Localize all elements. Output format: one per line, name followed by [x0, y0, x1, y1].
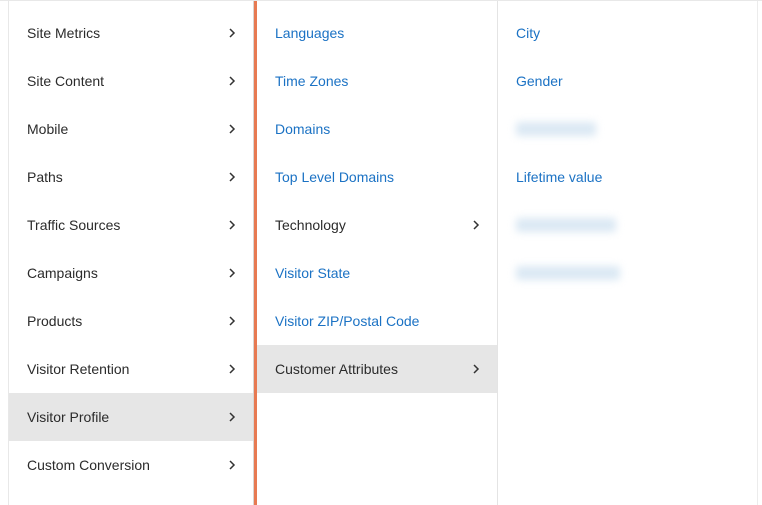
- menu-item-products[interactable]: Products: [9, 297, 253, 345]
- menu-item-redacted-3[interactable]: [498, 249, 757, 297]
- chevron-right-icon: [227, 316, 237, 326]
- menu-item-customer-attributes[interactable]: Customer Attributes: [257, 345, 497, 393]
- menu-item-city[interactable]: City: [498, 9, 757, 57]
- menu-item-label: Paths: [27, 169, 63, 185]
- menu-item-label: Technology: [275, 217, 346, 233]
- menu-item-campaigns[interactable]: Campaigns: [9, 249, 253, 297]
- menu-item-label: Traffic Sources: [27, 217, 120, 233]
- menu-item-label: Visitor Retention: [27, 361, 129, 377]
- menu-item-visitor-retention[interactable]: Visitor Retention: [9, 345, 253, 393]
- menu-item-label: Time Zones: [275, 73, 348, 89]
- menu-item-label: Site Content: [27, 73, 104, 89]
- menu-item-gender[interactable]: Gender: [498, 57, 757, 105]
- menu-item-custom-conversion[interactable]: Custom Conversion: [9, 441, 253, 489]
- menu-item-label: City: [516, 25, 540, 41]
- chevron-right-icon: [471, 364, 481, 374]
- chevron-right-icon: [227, 412, 237, 422]
- menu-item-top-level-domains[interactable]: Top Level Domains: [257, 153, 497, 201]
- menu-item-label: Languages: [275, 25, 344, 41]
- menu-item-label: Mobile: [27, 121, 68, 137]
- menu-item-redacted-2[interactable]: [498, 201, 757, 249]
- menu-item-site-content[interactable]: Site Content: [9, 57, 253, 105]
- menu-item-paths[interactable]: Paths: [9, 153, 253, 201]
- menu-item-domains[interactable]: Domains: [257, 105, 497, 153]
- menu-item-label: Lifetime value: [516, 169, 602, 185]
- blurred-label: [516, 122, 596, 136]
- menu-column-3: City Gender Lifetime value: [498, 1, 758, 505]
- blurred-label: [516, 266, 620, 280]
- chevron-right-icon: [227, 172, 237, 182]
- menu-item-label: Domains: [275, 121, 330, 137]
- chevron-right-icon: [227, 460, 237, 470]
- menu-item-label: Top Level Domains: [275, 169, 394, 185]
- menu-item-visitor-state[interactable]: Visitor State: [257, 249, 497, 297]
- menu-column-1: Site Metrics Site Content Mobile Paths T…: [8, 1, 254, 505]
- menu-item-languages[interactable]: Languages: [257, 9, 497, 57]
- chevron-right-icon: [227, 364, 237, 374]
- menu-item-label: Gender: [516, 73, 563, 89]
- menu-item-label: Custom Conversion: [27, 457, 150, 473]
- menu-item-label: Site Metrics: [27, 25, 100, 41]
- blurred-label: [516, 218, 616, 232]
- menu-item-redacted-1[interactable]: [498, 105, 757, 153]
- menu-item-time-zones[interactable]: Time Zones: [257, 57, 497, 105]
- menu-item-label: Campaigns: [27, 265, 98, 281]
- menu-item-label: Visitor Profile: [27, 409, 109, 425]
- chevron-right-icon: [227, 124, 237, 134]
- menu-item-visitor-profile[interactable]: Visitor Profile: [9, 393, 253, 441]
- chevron-right-icon: [227, 28, 237, 38]
- menu-item-label: Products: [27, 313, 82, 329]
- menu-item-lifetime-value[interactable]: Lifetime value: [498, 153, 757, 201]
- menu-item-label: Customer Attributes: [275, 361, 398, 377]
- menu-column-2: Languages Time Zones Domains Top Level D…: [254, 1, 498, 505]
- menu-item-label: Visitor State: [275, 265, 350, 281]
- menu-item-label: Visitor ZIP/Postal Code: [275, 313, 419, 329]
- menu-item-site-metrics[interactable]: Site Metrics: [9, 9, 253, 57]
- menu-item-mobile[interactable]: Mobile: [9, 105, 253, 153]
- chevron-right-icon: [227, 220, 237, 230]
- chevron-right-icon: [471, 220, 481, 230]
- chevron-right-icon: [227, 268, 237, 278]
- menu-item-technology[interactable]: Technology: [257, 201, 497, 249]
- menu-item-visitor-zip-postal-code[interactable]: Visitor ZIP/Postal Code: [257, 297, 497, 345]
- chevron-right-icon: [227, 76, 237, 86]
- menu-container: Site Metrics Site Content Mobile Paths T…: [0, 1, 762, 505]
- menu-item-traffic-sources[interactable]: Traffic Sources: [9, 201, 253, 249]
